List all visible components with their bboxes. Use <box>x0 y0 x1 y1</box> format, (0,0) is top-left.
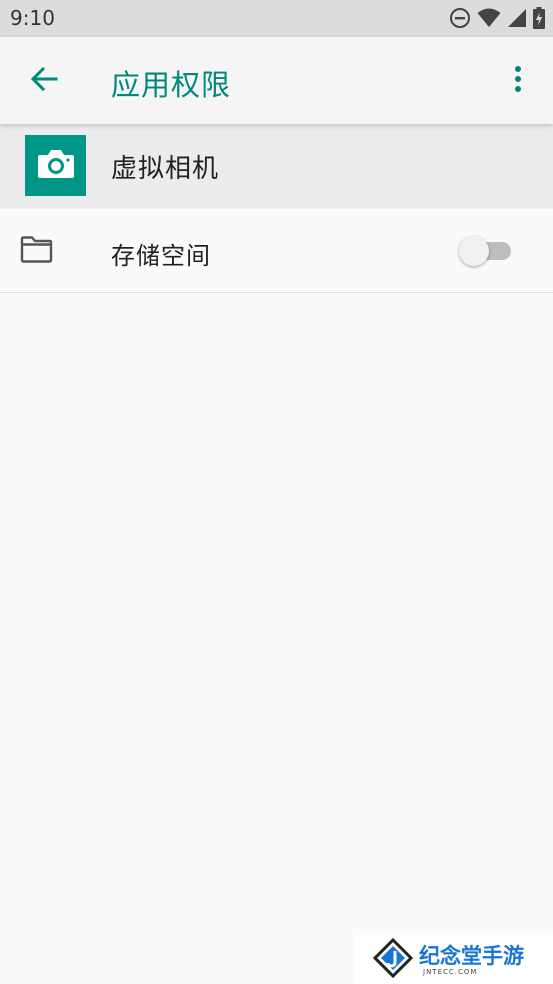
app-icon <box>25 135 86 196</box>
watermark-text-en: JNTECC.COM <box>423 967 478 976</box>
storage-permission-toggle[interactable] <box>459 235 515 266</box>
status-icons <box>449 7 545 29</box>
back-button[interactable] <box>24 61 64 101</box>
arrow-back-icon <box>29 64 59 98</box>
page-title: 应用权限 <box>111 68 232 102</box>
battery-charging-icon <box>533 7 545 29</box>
app-bar: 应用权限 <box>0 37 553 124</box>
watermark-logo-icon <box>372 937 414 982</box>
wifi-icon <box>477 8 501 28</box>
status-time: 9:10 <box>10 6 55 30</box>
watermark-text: 纪念堂手游 JNTECC.COM <box>419 944 524 976</box>
toggle-thumb <box>459 236 489 266</box>
camera-icon <box>37 149 75 183</box>
more-vert-icon <box>514 65 522 97</box>
do-not-disturb-icon <box>449 7 471 29</box>
cellular-signal-icon <box>507 8 527 28</box>
more-options-button[interactable] <box>503 63 533 99</box>
watermark-text-cn: 纪念堂手游 <box>419 943 524 968</box>
status-bar: 9:10 <box>0 0 553 37</box>
permission-label: 存储空间 <box>111 242 211 270</box>
watermark: 纪念堂手游 JNTECC.COM <box>353 935 553 984</box>
folder-icon <box>20 236 53 267</box>
app-header: 虚拟相机 <box>0 124 553 209</box>
permission-row-storage[interactable]: 存储空间 <box>0 209 553 293</box>
app-name: 虚拟相机 <box>111 154 220 184</box>
